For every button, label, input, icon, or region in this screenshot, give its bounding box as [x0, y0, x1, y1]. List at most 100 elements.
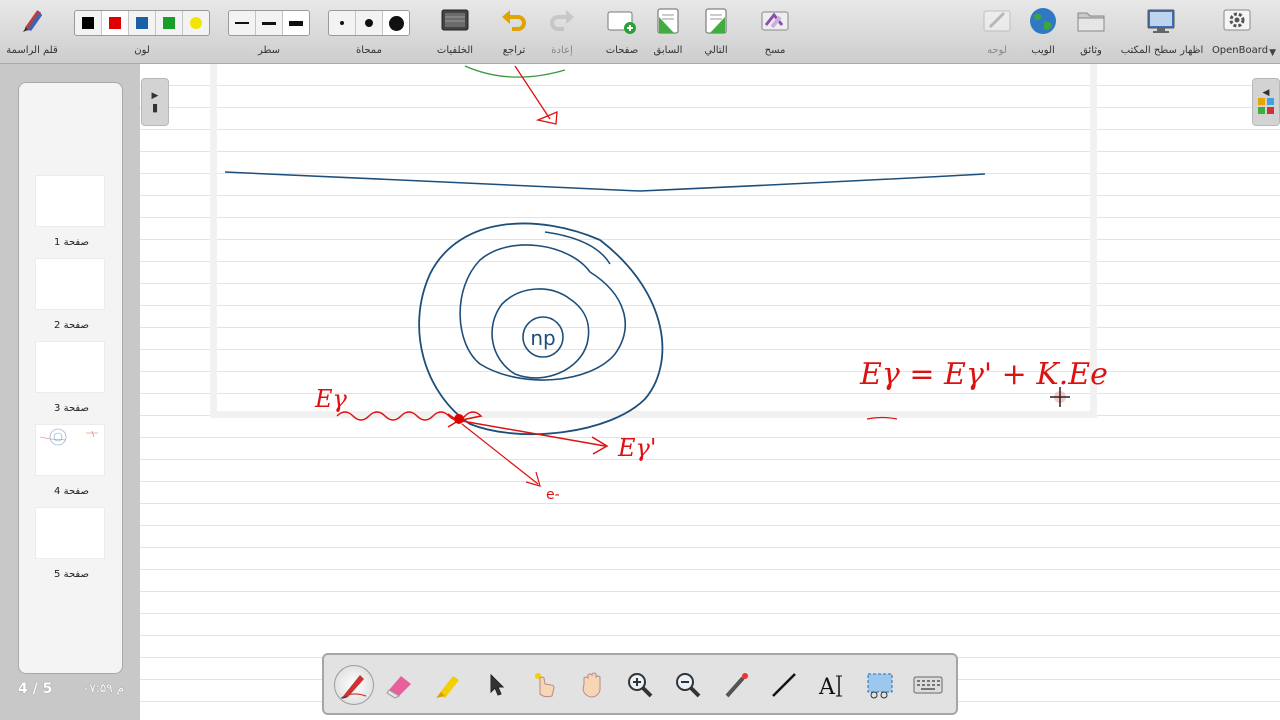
- highlighter-tool[interactable]: [428, 665, 468, 705]
- eraser-large-option[interactable]: [383, 11, 409, 35]
- text-tool[interactable]: A: [812, 665, 852, 705]
- line-icon: [772, 673, 796, 697]
- eraser-tool[interactable]: [380, 665, 420, 705]
- openboard-label: OpenBoard: [1211, 45, 1269, 56]
- next-page-group[interactable]: التالي: [694, 0, 738, 64]
- keyboard-tool[interactable]: [908, 665, 948, 705]
- board-mode-icon[interactable]: [982, 6, 1012, 36]
- web-group[interactable]: الويب: [1020, 0, 1066, 64]
- redo-icon[interactable]: [547, 6, 577, 36]
- capture-icon: [867, 673, 893, 699]
- panel-grip-icon: ▮: [151, 100, 159, 114]
- previous-page-group[interactable]: السابق: [646, 0, 690, 64]
- erase-board-group[interactable]: مسح: [752, 0, 798, 64]
- open-library-panel-tab[interactable]: ◀: [1252, 78, 1280, 126]
- line-thin-option[interactable]: [229, 11, 256, 35]
- globe-icon[interactable]: [1028, 6, 1058, 36]
- color-swatch: [190, 17, 202, 29]
- ink-layer: np Eγ Eγ' e- Eγ = Eγ' + K.Ee: [224, 65, 1108, 503]
- openboard-menu[interactable]: OpenBoard ▼: [1210, 0, 1280, 64]
- capture-tool[interactable]: [860, 665, 900, 705]
- settings-gear-icon[interactable]: [1222, 6, 1252, 36]
- color-swatch-option[interactable]: [102, 11, 129, 35]
- pages-label: صفحات: [605, 45, 639, 56]
- page-label-3: صفحة 3: [54, 403, 89, 414]
- backgrounds-label: الخلفيات: [436, 45, 474, 56]
- redo-label: إعادة: [551, 45, 573, 56]
- line-thick-option[interactable]: [283, 11, 309, 35]
- hand-tool[interactable]: [572, 665, 612, 705]
- color-swatch: [109, 17, 121, 29]
- color-selector[interactable]: [74, 10, 210, 36]
- color-swatch-option[interactable]: [156, 11, 183, 35]
- add-page-group[interactable]: صفحات: [600, 0, 644, 64]
- folder-icon[interactable]: [1076, 6, 1106, 36]
- erase-board-icon[interactable]: [760, 6, 790, 36]
- highlighter-icon: [436, 676, 459, 698]
- page-label-4: صفحة 4: [54, 486, 89, 497]
- next-label: التالي: [704, 45, 728, 56]
- zoom-out-tool[interactable]: [668, 665, 708, 705]
- eraser-small-option[interactable]: [329, 11, 356, 35]
- erase-label: مسح: [764, 45, 786, 56]
- collapse-pages-panel-tab[interactable]: ▶ ▮: [141, 78, 169, 126]
- page-thumbnail-1[interactable]: [35, 175, 105, 227]
- stylus-group[interactable]: قلم الراسمة: [0, 0, 64, 64]
- clock: ۰۷:۵۹ م: [82, 681, 124, 695]
- zoom-in-tool[interactable]: [620, 665, 660, 705]
- show-desktop-group[interactable]: اظهار سطح المكتب: [1118, 0, 1206, 64]
- eraser-size-group: ممحاة: [326, 0, 412, 64]
- chevron-left-icon: ◀: [1262, 87, 1270, 98]
- laser-pointer-icon: [725, 673, 748, 698]
- page-thumbnail-4[interactable]: [35, 424, 105, 476]
- pages-sidebar: صفحة 1 صفحة 2 صفحة 3 صفحة 4 صفحة 5: [18, 82, 123, 674]
- middle-orbit-stroke: [459, 244, 626, 381]
- eraser-medium-option[interactable]: [356, 11, 383, 35]
- pen-tool[interactable]: [334, 665, 374, 705]
- page-thumbnail-3[interactable]: [35, 341, 105, 393]
- line-medium-option[interactable]: [256, 11, 283, 35]
- line-width-group: سطر: [226, 0, 312, 64]
- svg-text:A: A: [818, 675, 836, 700]
- selector-tool[interactable]: [476, 665, 516, 705]
- text-icon: A: [818, 675, 842, 700]
- undo-group[interactable]: تراجع: [492, 0, 536, 64]
- documents-label: وثائق: [1080, 45, 1102, 56]
- zoom-in-icon: [628, 673, 653, 698]
- keyboard-icon: [913, 676, 943, 694]
- backgrounds-icon[interactable]: [440, 6, 470, 36]
- next-page-icon[interactable]: [701, 6, 731, 36]
- line-tool[interactable]: [764, 665, 804, 705]
- page-label-2: صفحة 2: [54, 320, 89, 331]
- interact-tool[interactable]: [524, 665, 564, 705]
- library-icon: [1258, 97, 1274, 117]
- green-arc-stroke: [464, 65, 566, 78]
- page-thumbnail-5[interactable]: [35, 507, 105, 559]
- stylus-pen-icon[interactable]: [17, 6, 47, 36]
- line-width-selector[interactable]: [228, 10, 310, 36]
- blue-horizontal-stroke: [224, 171, 986, 192]
- color-swatch-option[interactable]: [183, 11, 209, 35]
- laser-pointer-tool[interactable]: [716, 665, 756, 705]
- redo-group[interactable]: إعادة: [540, 0, 584, 64]
- photon-out-label: Eγ': [617, 434, 656, 462]
- zoom-out-icon: [676, 673, 701, 698]
- show-desktop-label: اظهار سطح المكتب: [1120, 45, 1204, 56]
- backgrounds-group[interactable]: الخلفيات: [430, 0, 480, 64]
- undo-icon[interactable]: [499, 6, 529, 36]
- photon-in-label: Eγ: [314, 385, 348, 413]
- chevron-down-icon[interactable]: ▼: [1269, 48, 1276, 58]
- documents-group[interactable]: وثائق: [1068, 0, 1114, 64]
- color-swatch-option[interactable]: [129, 11, 156, 35]
- status-bar: 4 / 5 ۰۷:۵۹ م: [18, 681, 124, 697]
- eraser-size-selector[interactable]: [328, 10, 410, 36]
- color-swatch-option[interactable]: [75, 11, 102, 35]
- add-page-icon[interactable]: [606, 6, 636, 36]
- previous-page-icon[interactable]: [653, 6, 683, 36]
- red-arrow-top-stroke: [514, 65, 551, 120]
- color-swatch: [82, 17, 94, 29]
- monitor-icon[interactable]: [1146, 6, 1176, 36]
- electron-label: e-: [546, 487, 560, 503]
- page-thumbnail-2[interactable]: [35, 258, 105, 310]
- board-mode-group[interactable]: لوحه: [974, 0, 1020, 64]
